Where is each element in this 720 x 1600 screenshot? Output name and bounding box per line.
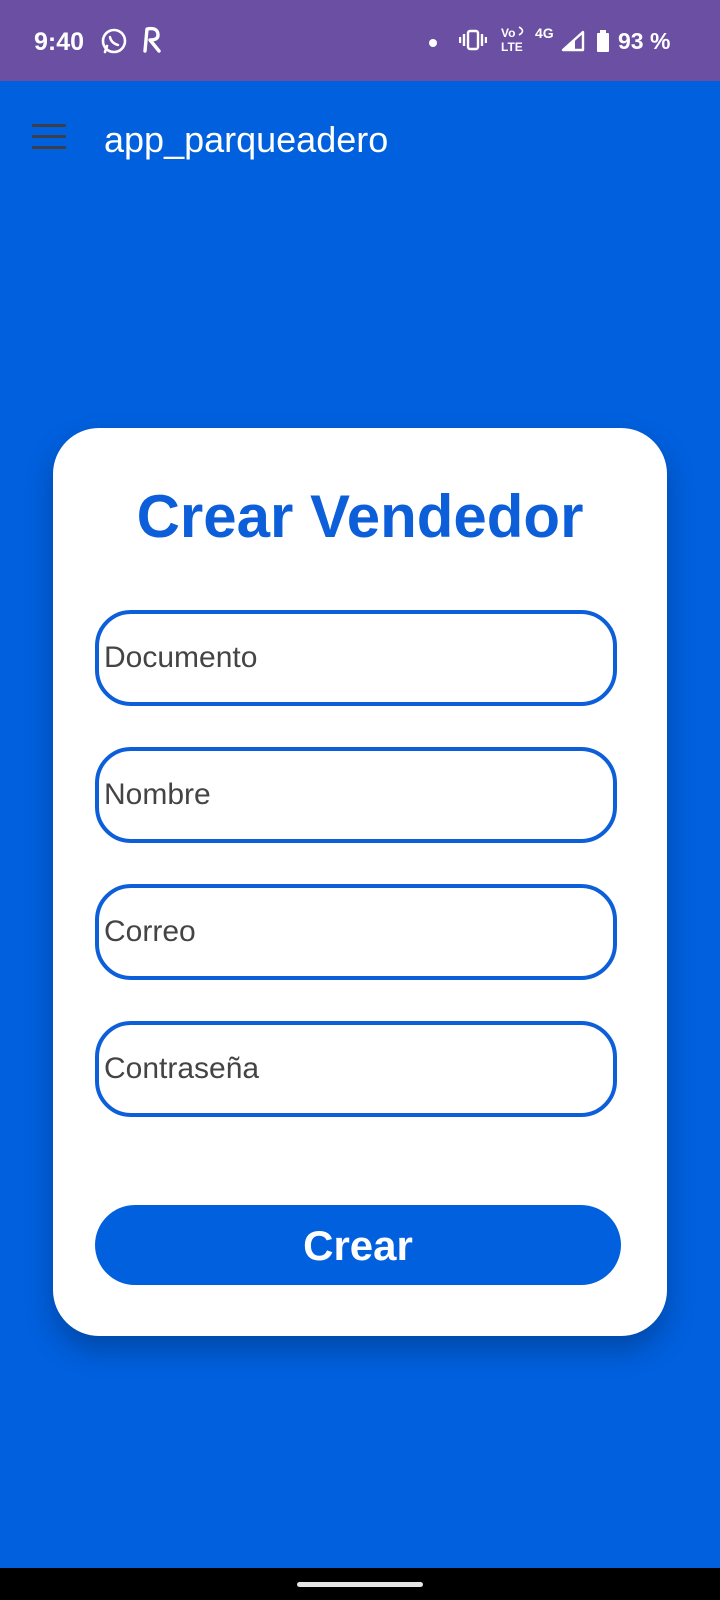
contrasena-input[interactable]: [104, 1025, 604, 1113]
correo-field[interactable]: [95, 884, 617, 980]
crear-button[interactable]: Crear: [95, 1205, 621, 1285]
nombre-field[interactable]: [95, 747, 617, 843]
home-gesture-handle[interactable]: [297, 1582, 423, 1587]
contrasena-field[interactable]: [95, 1021, 617, 1117]
volte-label: Vo: [501, 26, 516, 40]
documento-input[interactable]: [104, 614, 604, 702]
battery-percent: 93 %: [618, 28, 671, 54]
cell-signal-icon: [561, 30, 585, 57]
app-title: app_parqueadero: [104, 119, 389, 160]
status-time: 9:40: [34, 28, 85, 56]
r-app-icon: [140, 24, 164, 59]
documento-field[interactable]: [95, 610, 617, 706]
hamburger-menu-icon[interactable]: [22, 113, 78, 169]
correo-input[interactable]: [104, 888, 604, 976]
create-seller-card: Crear Vendedor Crear: [53, 428, 667, 1336]
lte-label: LTE: [501, 40, 523, 54]
form-title: Crear Vendedor: [136, 483, 584, 550]
whatsapp-icon: [100, 27, 128, 60]
battery-icon: [596, 30, 610, 57]
status-bar: 9:40 Vo LTE 4G 93 %: [0, 0, 720, 81]
app-bar: app_parqueadero: [0, 81, 720, 201]
system-nav-bar: [0, 1568, 720, 1600]
network-type-label: 4G: [535, 25, 554, 41]
vibrate-icon: [458, 28, 488, 57]
nombre-input[interactable]: [104, 751, 604, 839]
notification-dot-icon: [428, 35, 438, 53]
